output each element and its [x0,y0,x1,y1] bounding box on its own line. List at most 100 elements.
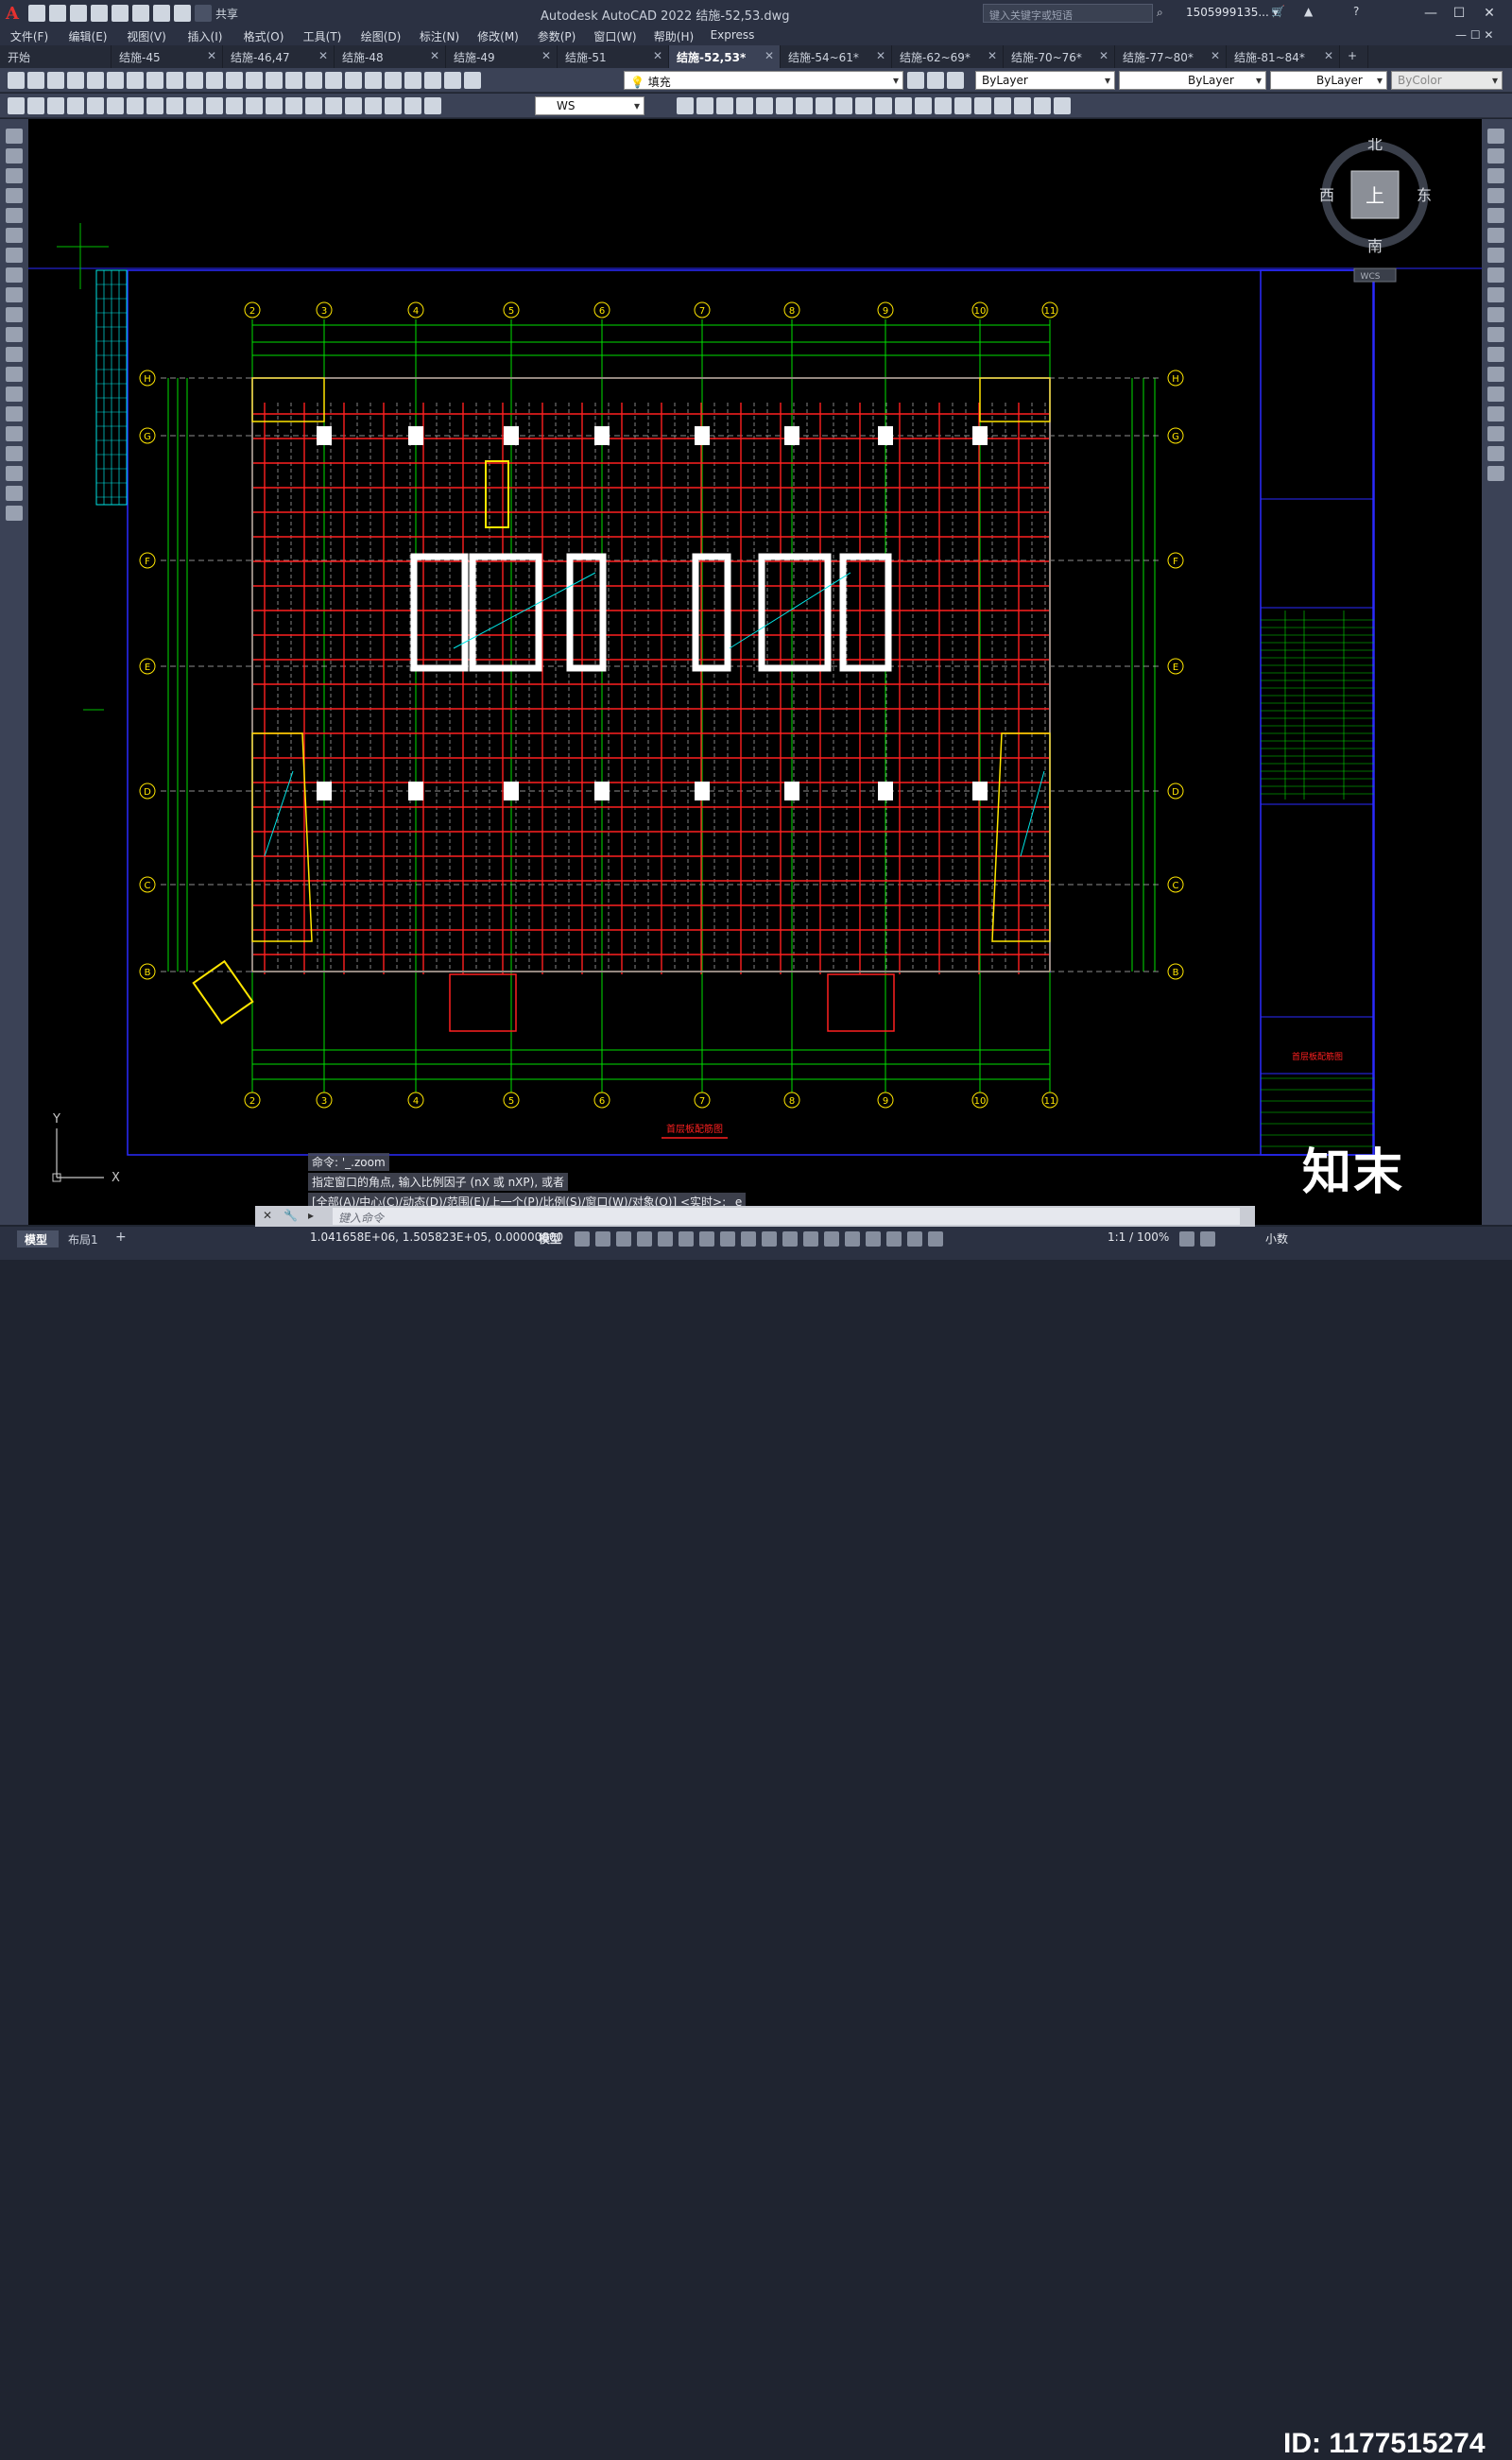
save-icon[interactable] [70,5,87,22]
tab-file[interactable]: 结施-46,47 ✕ [223,45,335,68]
close-icon[interactable]: ✕ [1324,49,1333,62]
close-icon[interactable]: ✕ [263,1209,272,1222]
tab-file[interactable]: 结施-70~76* ✕ [1004,45,1115,68]
menu-draw[interactable]: 绘图(D) [352,26,410,45]
model-space-toggle[interactable]: 模型 [539,1230,561,1247]
trim-icon[interactable] [1487,307,1504,322]
aligned-dim-icon[interactable] [27,97,44,114]
units-display[interactable]: 小数 [1265,1230,1288,1247]
construction-line-icon[interactable] [6,148,23,163]
selection-cycling-icon[interactable] [803,1231,818,1247]
dim-style-icon[interactable] [404,97,421,114]
revcloud-icon[interactable] [6,267,23,283]
menu-express[interactable]: Express [703,26,762,45]
dim-space-icon[interactable] [226,97,243,114]
dynamic-input-icon[interactable] [637,1231,652,1247]
break-icon[interactable] [1487,367,1504,382]
center-mark-icon[interactable] [285,97,302,114]
compass-east[interactable]: 东 [1417,186,1432,204]
annotation-scale[interactable]: 1:1 / 100% [1108,1230,1169,1244]
lineweight-icon[interactable] [762,1231,777,1247]
plot-icon[interactable] [153,5,170,22]
close-icon[interactable]: ✕ [1099,49,1108,62]
fillet-icon[interactable] [1487,426,1504,441]
close-icon[interactable]: ✕ [876,49,885,62]
copy-icon[interactable] [146,72,163,89]
menu-view[interactable]: 视图(V) [117,26,176,45]
calculator-icon[interactable] [424,72,441,89]
ordinate-dim-icon[interactable] [67,97,84,114]
menu-file[interactable]: 文件(F) [0,26,59,45]
table-icon[interactable] [6,466,23,481]
tolerance-icon[interactable] [266,97,283,114]
new-icon[interactable] [8,72,25,89]
viewcube[interactable]: 上 北 南 东 西 WCS [1318,135,1451,289]
jogged-linear-icon[interactable] [325,97,342,114]
dynamic-ucs-icon[interactable] [845,1231,860,1247]
menu-modify[interactable]: 修改(M) [469,26,527,45]
orbit-icon[interactable] [1034,97,1051,114]
properties-icon[interactable] [325,72,342,89]
grid-icon[interactable] [575,1231,590,1247]
chamfer-icon[interactable] [1487,406,1504,421]
compass-south[interactable]: 南 [1367,237,1383,255]
front-view-icon[interactable] [756,97,773,114]
quick-dim-icon[interactable] [166,97,183,114]
camera-icon[interactable] [875,97,892,114]
mirror-icon[interactable] [1487,168,1504,183]
model-tab[interactable]: 模型 [17,1230,59,1247]
tab-file[interactable]: 结施-49 ✕ [446,45,558,68]
polygon-icon[interactable] [6,188,23,203]
spline-icon[interactable] [6,287,23,302]
hatch-icon[interactable] [6,406,23,421]
dim-update-icon[interactable] [385,97,402,114]
plus-icon[interactable] [1200,1231,1215,1247]
dim-style-control-icon[interactable] [424,97,441,114]
linear-dim-icon[interactable] [8,97,25,114]
undo-icon[interactable] [174,5,191,22]
break-at-point-icon[interactable] [1487,347,1504,362]
polar-icon[interactable] [679,1231,694,1247]
compass-north[interactable]: 北 [1367,135,1383,153]
redo-icon[interactable] [195,5,212,22]
tab-file[interactable]: 结施-48 ✕ [335,45,446,68]
tab-file[interactable]: 结施-81~84* ✕ [1227,45,1340,68]
close-icon[interactable]: ✕ [988,49,997,62]
close-icon[interactable]: ✕ [653,49,662,62]
tab-file[interactable]: 结施-51 ✕ [558,45,669,68]
linetype-dropdown[interactable]: ByLayer ▾ [1119,71,1266,90]
left-view-icon[interactable] [716,97,733,114]
menu-edit[interactable]: 编辑(E) [59,26,117,45]
tab-file[interactable]: 结施-62~69* ✕ [892,45,1004,68]
arc-length-icon[interactable] [47,97,64,114]
add-selected-icon[interactable] [6,506,23,521]
arc-icon[interactable] [6,228,23,243]
back-view-icon[interactable] [776,97,793,114]
extend-icon[interactable] [1487,327,1504,342]
tab-file[interactable]: 结施-54~61* ✕ [781,45,892,68]
undo-icon[interactable] [206,72,223,89]
search-icon[interactable]: ⌕ [1157,6,1163,20]
recent-commands-icon[interactable]: ▸ [308,1209,314,1222]
close-icon[interactable]: ✕ [765,49,774,62]
bottom-view-icon[interactable] [696,97,713,114]
ellipse-icon[interactable] [6,307,23,322]
menu-help[interactable]: 帮助(H) [644,26,703,45]
save-as-icon[interactable] [91,5,108,22]
tool-palettes-icon[interactable] [365,72,382,89]
make-block-icon[interactable] [6,367,23,382]
gizmo-icon[interactable] [886,1231,902,1247]
offset-icon[interactable] [1487,188,1504,203]
visual-style-2d-icon[interactable] [895,97,912,114]
line-icon[interactable] [6,129,23,144]
polyline-icon[interactable] [6,168,23,183]
close-icon[interactable]: ✕ [318,49,328,62]
selection-filter-icon[interactable] [866,1231,881,1247]
user-account[interactable]: 1505999135... ▾ [1186,6,1279,19]
ne-iso-icon[interactable] [835,97,852,114]
add-layout-button[interactable]: + [115,1230,127,1245]
paste-icon[interactable] [166,72,183,89]
command-input[interactable]: 键入命令 [333,1208,1240,1225]
right-view-icon[interactable] [736,97,753,114]
autoscale-icon[interactable] [928,1231,943,1247]
